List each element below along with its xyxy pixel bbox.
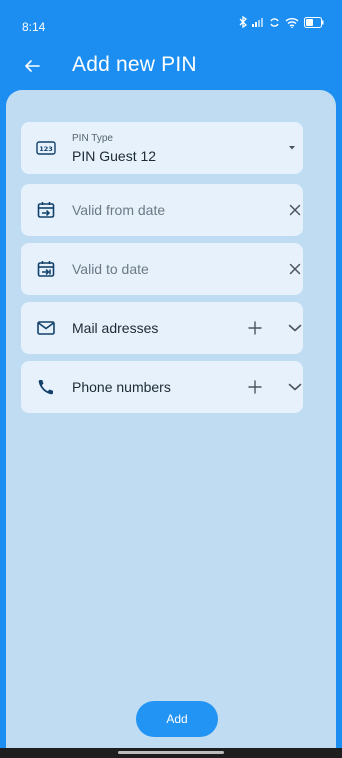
calendar-arrow-icon <box>35 199 57 221</box>
plus-icon <box>248 321 262 335</box>
valid-from-field[interactable]: Valid from date <box>21 184 303 236</box>
valid-from-placeholder: Valid from date <box>72 202 166 218</box>
mail-icon <box>35 317 57 339</box>
chevron-down-icon <box>288 324 302 332</box>
svg-text:123: 123 <box>39 145 53 153</box>
add-button[interactable]: Add <box>136 701 218 737</box>
page-title: Add new PIN <box>72 53 197 76</box>
plus-icon <box>248 380 262 394</box>
phone-numbers-label: Phone numbers <box>72 379 171 395</box>
chevron-down-icon <box>288 383 302 391</box>
arrow-left-icon <box>25 60 40 72</box>
battery-icon <box>304 16 324 28</box>
status-icons <box>239 16 324 28</box>
pin-type-dropdown[interactable]: 123 PIN Type PIN Guest 12 <box>21 122 303 174</box>
phone-numbers-section[interactable]: Phone numbers <box>21 361 303 413</box>
form-container: 123 PIN Type PIN Guest 12 Valid from dat… <box>6 90 336 748</box>
sync-icon <box>269 17 280 28</box>
system-nav-bar <box>0 748 342 758</box>
calendar-arrow-icon <box>35 258 57 280</box>
pin-123-icon: 123 <box>35 137 57 159</box>
expand-mail-button[interactable] <box>283 316 307 340</box>
pin-type-value: PIN Guest 12 <box>72 148 157 164</box>
app-bar: Add new PIN <box>0 44 342 90</box>
home-indicator[interactable] <box>118 751 224 754</box>
status-bar: 8:14 <box>0 0 342 40</box>
signal-icon <box>252 17 264 27</box>
clear-icon <box>289 204 301 216</box>
expand-phone-button[interactable] <box>283 375 307 399</box>
phone-icon <box>35 376 57 398</box>
valid-to-field[interactable]: Valid to date <box>21 243 303 295</box>
mail-addresses-label: Mail adresses <box>72 320 159 336</box>
screen: 8:14 Add new PIN 123 PIN Type PIN Guest … <box>0 0 342 758</box>
add-mail-button[interactable] <box>243 316 267 340</box>
back-button[interactable] <box>18 52 46 80</box>
valid-to-placeholder: Valid to date <box>72 261 149 277</box>
status-time: 8:14 <box>22 20 46 34</box>
clear-valid-to-button[interactable] <box>283 257 307 281</box>
clear-icon <box>289 263 301 275</box>
bluetooth-icon <box>239 16 247 28</box>
add-phone-button[interactable] <box>243 375 267 399</box>
pin-type-label: PIN Type <box>72 133 113 144</box>
wifi-icon <box>285 17 299 28</box>
clear-valid-from-button[interactable] <box>283 198 307 222</box>
dropdown-arrow-icon <box>284 136 300 160</box>
mail-addresses-section[interactable]: Mail adresses <box>21 302 303 354</box>
